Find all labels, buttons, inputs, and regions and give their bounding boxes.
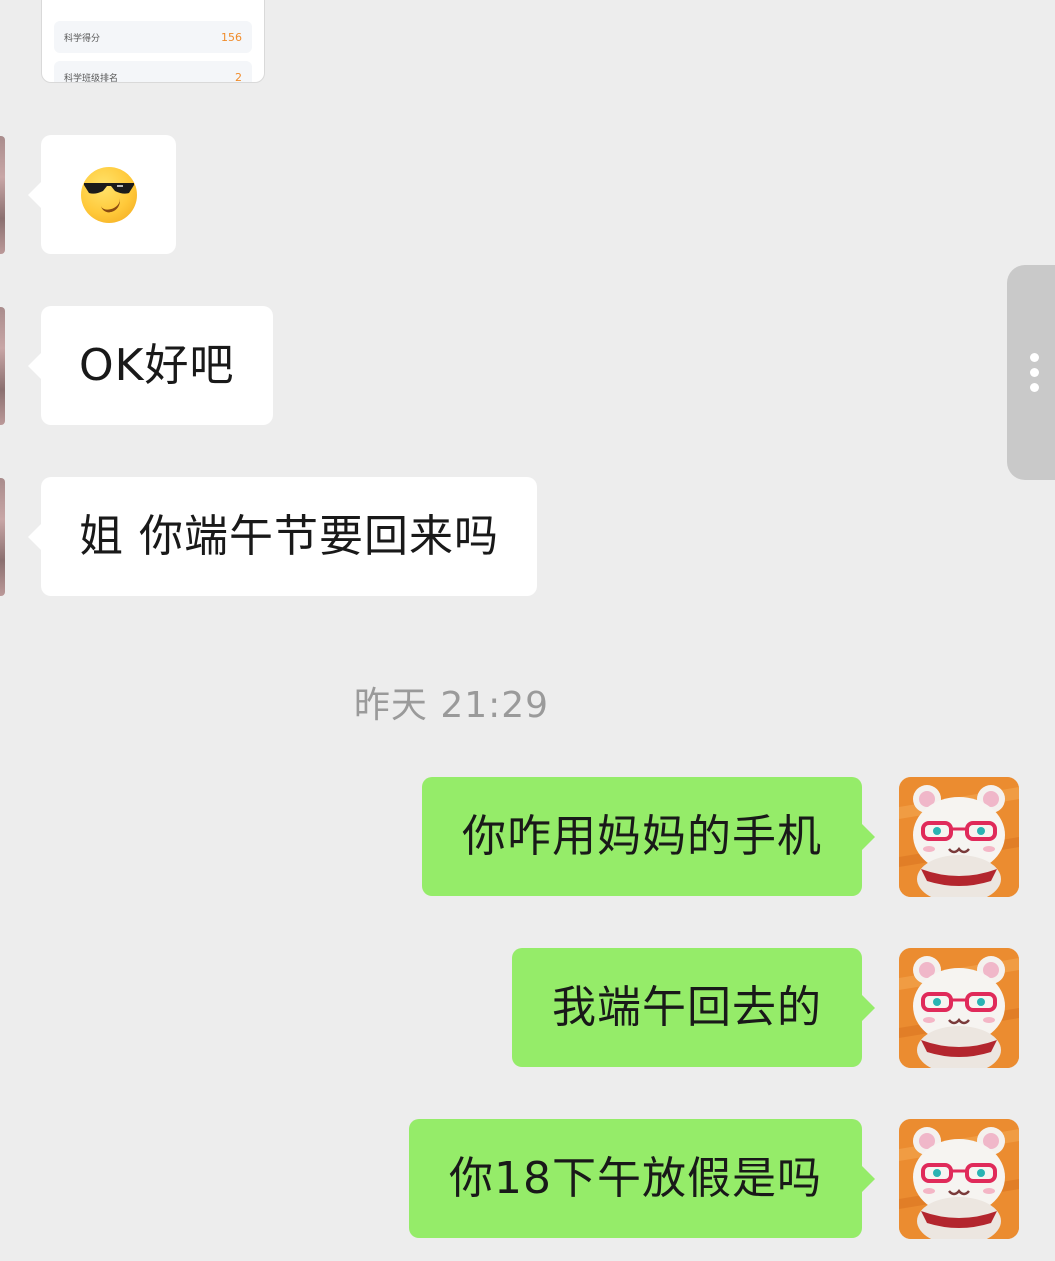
bear-avatar-icon[interactable] (899, 1119, 1019, 1239)
bear-avatar-icon[interactable] (899, 777, 1019, 897)
message-text: 姐 你端午节要回来吗 (79, 510, 499, 562)
message-bubble-incoming[interactable] (28, 135, 176, 254)
bear-avatar-image (899, 1119, 1019, 1239)
message-bubble-incoming[interactable]: OK好吧 (28, 306, 273, 425)
message-bubble-outgoing[interactable]: 你咋用妈妈的手机 (422, 777, 875, 896)
message-bubble-outgoing[interactable]: 你18下午放假是吗 (409, 1119, 875, 1238)
message-text: OK好吧 (79, 339, 235, 391)
score-row: 科学班级排名 2 (54, 61, 252, 83)
score-label: 科学班级排名 (64, 73, 119, 83)
handle-dot (1030, 383, 1039, 392)
contact-avatar[interactable] (0, 307, 5, 425)
bear-avatar-image (899, 948, 1019, 1068)
score-value: 156 (221, 30, 242, 44)
message-text: 你18下午放假是吗 (449, 1152, 822, 1204)
message-text: 我端午回去的 (552, 981, 822, 1033)
bear-avatar-image (899, 777, 1019, 897)
sunglasses-icon (83, 182, 134, 194)
score-label: 科学得分 (64, 33, 101, 44)
message-bubble-incoming[interactable]: 姐 你端午节要回来吗 (28, 477, 537, 596)
score-row: 科学得分 156 (54, 21, 252, 53)
message-text: 你咋用妈妈的手机 (462, 810, 822, 862)
bear-avatar-icon[interactable] (899, 948, 1019, 1068)
contact-avatar[interactable] (0, 136, 5, 254)
sunglasses-emoji-icon (80, 166, 137, 223)
score-value: 2 (235, 70, 242, 83)
contact-avatar[interactable] (0, 478, 5, 596)
handle-dot (1030, 368, 1039, 377)
message-timestamp: 昨天 21:29 (353, 685, 550, 726)
message-bubble-outgoing[interactable]: 我端午回去的 (512, 948, 875, 1067)
more-vertical-icon[interactable] (1007, 265, 1055, 480)
handle-dot (1030, 353, 1039, 362)
emoji-mouth (99, 196, 122, 214)
score-card[interactable]: 科学得分 156 科学班级排名 2 (41, 0, 265, 83)
